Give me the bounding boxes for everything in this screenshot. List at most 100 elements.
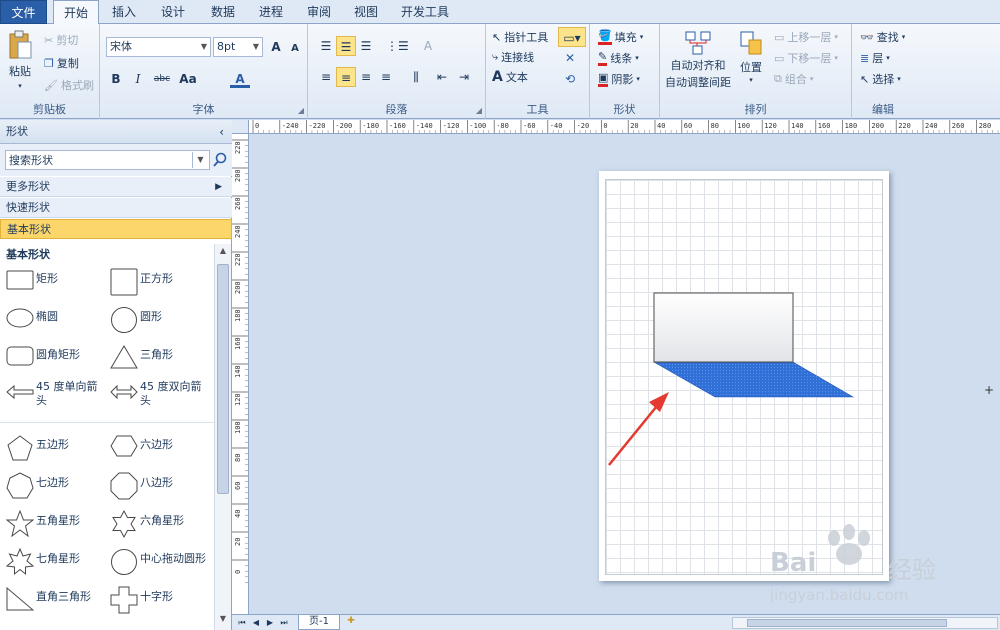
layer-button[interactable]: ≣ 层 ▾ [860, 50, 890, 66]
copy-button[interactable]: ❐ 复制 [44, 55, 79, 71]
find-button[interactable]: 👓 查找 ▾ [860, 29, 905, 45]
decrease-indent-button[interactable]: ⇤ [432, 67, 452, 87]
drawing-canvas[interactable]: + [249, 135, 1000, 614]
shrink-font-button[interactable]: A [285, 39, 305, 59]
shape-rounded-rectangle[interactable]: 圆角矩形 [2, 340, 102, 374]
text-tool-button[interactable]: A 文本 [492, 69, 528, 85]
tab-developer[interactable]: 开发工具 [394, 0, 456, 24]
shape-label: 十字形 [140, 590, 173, 603]
basic-shapes-item[interactable]: 基本形状 [0, 219, 232, 239]
scroll-up-icon[interactable]: ▲ [215, 246, 231, 260]
change-case-button[interactable]: Aa [176, 69, 200, 89]
align-center-icon: ≡ [340, 71, 352, 85]
tab-data[interactable]: 数据 [202, 0, 244, 24]
last-page-icon[interactable]: ⏭ [278, 616, 290, 629]
tab-insert[interactable]: 插入 [104, 0, 144, 24]
stencil-scrollbar[interactable]: ▲ ▼ [214, 244, 231, 630]
font-name-select[interactable]: 宋体 ▼ [106, 37, 211, 57]
select-button[interactable]: ↖ 选择 ▾ [860, 71, 901, 87]
text-direction-button[interactable]: A [418, 36, 438, 56]
align-middle-button[interactable]: ☰ [336, 36, 356, 56]
group-button[interactable]: ⧉ 组合 ▾ [774, 71, 813, 87]
drawing-page[interactable] [599, 171, 889, 581]
shape-pentagon[interactable]: 五边形 [2, 430, 102, 464]
quick-shapes-item[interactable]: 快速形状 [0, 198, 232, 218]
bullets-button[interactable]: ⋮☰ [386, 36, 409, 56]
line-button[interactable]: ✎ 线条 ▾ [598, 50, 639, 66]
shape-square[interactable]: 正方形 [106, 264, 206, 298]
cut-button[interactable]: ✂ 剪切 [44, 32, 78, 48]
chevron-down-icon[interactable]: ▼ [192, 152, 208, 168]
shape-45-single-arrow[interactable]: 45 度单向箭头 [2, 378, 102, 418]
dialog-launcher-icon[interactable]: ◢ [476, 106, 482, 115]
pointer-tool-button[interactable]: ↖ 指针工具 [492, 29, 548, 45]
scrollbar-thumb[interactable] [747, 619, 947, 627]
tab-home[interactable]: 开始 [53, 0, 99, 25]
shape-5-point-star[interactable]: 五角星形 [2, 506, 102, 540]
shape-right-triangle[interactable]: 直角三角形 [2, 582, 102, 616]
shape-6-point-star[interactable]: 六角星形 [106, 506, 206, 540]
tab-design[interactable]: 设计 [152, 0, 194, 24]
pentagon-shape-icon [7, 435, 33, 461]
collapse-panel-icon[interactable]: ‹ [219, 120, 224, 144]
tab-view[interactable]: 视图 [345, 0, 387, 24]
scroll-down-icon[interactable]: ▼ [215, 614, 231, 628]
bring-forward-button[interactable]: ▭ 上移一层 ▾ [774, 29, 838, 45]
shape-triangle[interactable]: 三角形 [106, 340, 206, 374]
tab-file[interactable]: 文件 [0, 0, 47, 24]
dialog-launcher-icon[interactable]: ◢ [298, 106, 304, 115]
shape-circle[interactable]: 圆形 [106, 302, 206, 336]
prev-page-icon[interactable]: ◀ [250, 616, 262, 629]
more-shapes-item[interactable]: 更多形状 ▶ [0, 177, 232, 197]
shape-7-point-star[interactable]: 七角星形 [2, 544, 102, 578]
font-size-select[interactable]: 8pt ▼ [213, 37, 263, 57]
tab-process[interactable]: 进程 [250, 0, 292, 24]
next-page-icon[interactable]: ▶ [264, 616, 276, 629]
strikethrough-button[interactable]: abc [150, 69, 174, 89]
font-color-button[interactable]: A [230, 69, 250, 88]
position-button[interactable]: 位置 ▾ [738, 30, 764, 84]
shape-search-input[interactable] [5, 150, 210, 170]
shape-heptagon[interactable]: 七边形 [2, 468, 102, 502]
scrollbar-thumb[interactable] [217, 264, 229, 494]
connector-button[interactable]: ⤷ 连接线 [492, 49, 534, 65]
distribute-button[interactable]: ⫼ [406, 67, 426, 87]
first-page-icon[interactable]: ⏮ [236, 616, 248, 629]
shape-octagon[interactable]: 八边形 [106, 468, 206, 502]
send-backward-button[interactable]: ▭ 下移一层 ▾ [774, 50, 838, 66]
align-right-button[interactable]: ≡ [356, 67, 376, 87]
align-center-button[interactable]: ≡ [336, 67, 356, 87]
align-bottom-button[interactable]: ☰ [356, 36, 376, 56]
shadow-shape[interactable] [652, 361, 855, 398]
format-painter-button[interactable]: 🖌 格式刷 [44, 77, 94, 93]
paste-button[interactable]: 粘贴 ▾ [6, 30, 34, 90]
page-tab[interactable]: 页-1 [298, 615, 340, 630]
grow-font-button[interactable]: A [266, 37, 286, 57]
align-left-button[interactable]: ≡ [316, 67, 336, 87]
close-icon[interactable]: ✕ [560, 48, 580, 68]
shape-rectangle[interactable]: 矩形 [2, 264, 102, 298]
shape-hexagon[interactable]: 六边形 [106, 430, 206, 464]
connection-point-icon[interactable]: ⟲ [560, 69, 580, 89]
shape-cross[interactable]: 十字形 [106, 582, 206, 616]
ruler-tick-label: 80 [711, 122, 719, 130]
shape-center-drag-circle[interactable]: 中心拖动圆形 [106, 544, 214, 578]
italic-button[interactable]: I [128, 69, 148, 89]
increase-indent-button[interactable]: ⇥ [454, 67, 474, 87]
horizontal-scrollbar[interactable] [732, 617, 998, 629]
shape-45-double-arrow[interactable]: 45 度双向箭头 [106, 378, 206, 418]
insert-page-icon[interactable]: ✚ [342, 616, 360, 629]
tab-review[interactable]: 审阅 [298, 0, 340, 24]
fill-button[interactable]: 🪣 填充 ▾ [598, 29, 643, 45]
shadow-button[interactable]: ▣ 阴影 ▾ [598, 71, 640, 87]
justify-button[interactable]: ≡ [376, 67, 396, 87]
rectangle-shape-icon [6, 270, 34, 290]
align-top-button[interactable]: ☰ [316, 36, 336, 56]
page-navigation-bar: ⏮ ◀ ▶ ⏭ 页-1 ✚ [232, 614, 1000, 630]
rectangle-shape[interactable] [653, 292, 794, 363]
bold-button[interactable]: B [106, 69, 126, 89]
search-icon[interactable] [212, 151, 228, 169]
auto-align-button[interactable]: 自动对齐和 自动调整间距 [662, 30, 734, 90]
shape-ellipse[interactable]: 椭圆 [2, 302, 102, 336]
rectangle-tool-button[interactable]: ▭▾ [558, 27, 586, 47]
